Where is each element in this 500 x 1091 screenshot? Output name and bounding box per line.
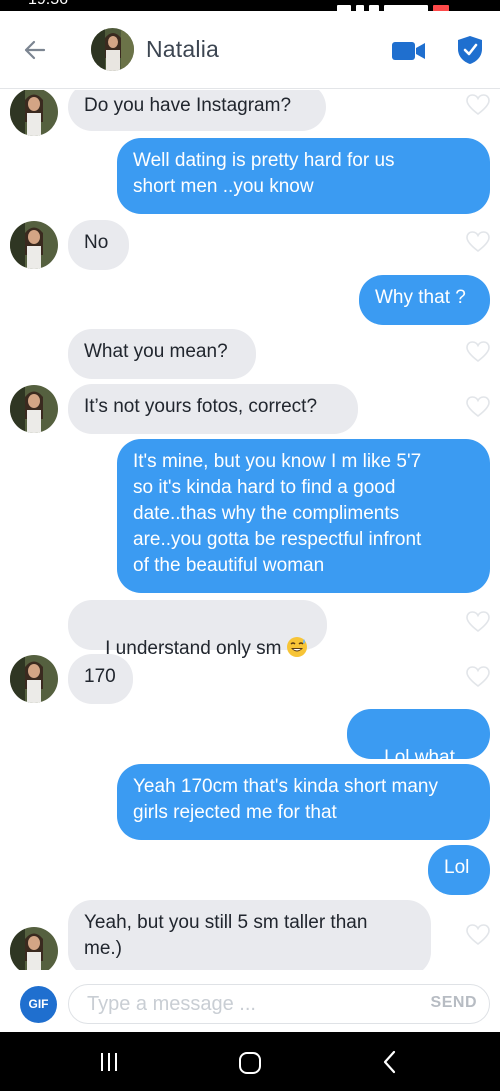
message-bubble-incoming[interactable]: 170 — [68, 654, 133, 704]
system-back-button[interactable] — [380, 1049, 400, 1075]
message-input[interactable] — [87, 985, 387, 1023]
like-button[interactable] — [466, 231, 490, 253]
status-bar: 19:56 — [0, 0, 500, 13]
chat-header: Natalia — [0, 11, 500, 89]
home-icon — [239, 1052, 261, 1074]
gif-button[interactable]: GIF — [20, 986, 57, 1023]
sender-avatar — [10, 90, 58, 136]
message-list[interactable]: Do you have Instagram? Well dating is pr… — [0, 90, 500, 970]
message-bubble-incoming[interactable]: What you mean? — [68, 329, 256, 379]
sender-avatar — [10, 385, 58, 433]
arrow-left-icon — [24, 40, 46, 60]
message-bubble-outgoing[interactable]: Yeah 170cm that's kinda short many girls… — [117, 764, 490, 840]
heart-outline-icon — [466, 611, 490, 633]
like-button[interactable] — [466, 666, 490, 688]
like-button[interactable] — [466, 94, 490, 116]
message-text: I understand only sm — [105, 638, 282, 659]
message-bubble-outgoing[interactable]: Lol — [428, 845, 490, 895]
sender-avatar — [10, 655, 58, 703]
message-bubble-outgoing[interactable]: Why that ? — [359, 275, 490, 325]
message-bubble-incoming[interactable]: I understand only sm — [68, 600, 327, 659]
heart-outline-icon — [466, 666, 490, 688]
contact-name[interactable]: Natalia — [146, 36, 219, 63]
heart-outline-icon — [466, 924, 490, 946]
like-button[interactable] — [466, 341, 490, 363]
video-camera-icon — [392, 42, 425, 60]
message-composer: GIF SEND — [0, 970, 500, 1032]
like-button[interactable] — [466, 396, 490, 418]
safety-button[interactable] — [457, 35, 483, 65]
contact-avatar[interactable] — [91, 28, 134, 71]
chevron-left-icon — [383, 1050, 396, 1074]
message-input-container[interactable]: SEND — [68, 984, 490, 1024]
video-call-button[interactable] — [391, 39, 427, 63]
sender-avatar — [10, 927, 58, 970]
like-button[interactable] — [466, 611, 490, 633]
heart-outline-icon — [466, 341, 490, 363]
message-bubble-incoming[interactable]: Do you have Instagram? — [68, 90, 326, 131]
heart-outline-icon — [466, 396, 490, 418]
message-bubble-incoming[interactable]: It’s not yours fotos, correct? — [68, 384, 358, 434]
shield-icon — [458, 36, 482, 64]
message-bubble-outgoing[interactable]: Well dating is pretty hard for us short … — [117, 138, 490, 214]
status-time: 19:56 — [28, 0, 68, 9]
home-button[interactable] — [238, 1051, 262, 1075]
recents-icon — [101, 1053, 117, 1071]
status-icons — [332, 0, 472, 13]
grinning-sweat-emoji — [286, 637, 307, 657]
recents-button[interactable] — [98, 1051, 120, 1073]
message-bubble-outgoing[interactable]: It's mine, but you know I m like 5'7 so … — [117, 439, 490, 593]
system-nav-bar — [0, 1032, 500, 1091]
heart-outline-icon — [466, 94, 490, 116]
heart-outline-icon — [466, 231, 490, 253]
like-button[interactable] — [466, 924, 490, 946]
message-bubble-outgoing[interactable]: Lol what — [347, 709, 490, 792]
sender-avatar — [10, 221, 58, 269]
back-button[interactable] — [20, 35, 50, 65]
send-button[interactable]: SEND — [431, 994, 477, 1012]
message-bubble-incoming[interactable]: No — [68, 220, 129, 270]
message-bubble-incoming[interactable]: Yeah, but you still 5 sm taller than me.… — [68, 900, 431, 970]
